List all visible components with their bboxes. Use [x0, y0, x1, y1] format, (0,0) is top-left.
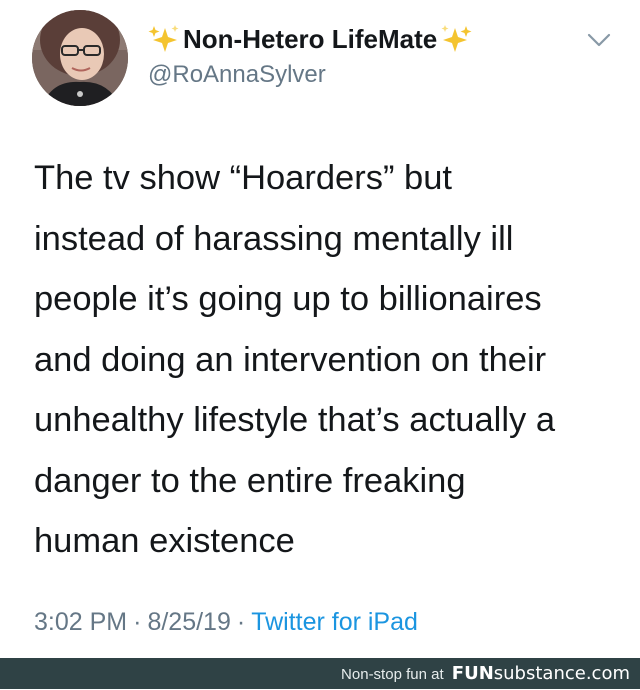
tweet-text-line: danger to the entire freaking — [34, 461, 466, 500]
sparkles-icon — [147, 24, 181, 54]
tweet-text-line: instead of harassing mentally ill — [34, 219, 514, 258]
tweet-card: Non-Hetero LifeMate @RoAnnaSylver The tv… — [0, 0, 640, 658]
watermark-text[interactable]: Non-stop fun at FUNsubstance.com — [341, 658, 630, 689]
tweet-text: The tv show “Hoarders” but instead of ha… — [34, 148, 634, 572]
avatar[interactable] — [32, 10, 128, 106]
display-name-row[interactable]: Non-Hetero LifeMate — [147, 22, 473, 56]
watermark-brand: FUNsubstance.com — [452, 663, 630, 684]
tweet-text-line: and doing an intervention on their — [34, 340, 547, 379]
tweet-text-line: human existence — [34, 522, 295, 560]
tweet-source-link[interactable]: Twitter for iPad — [251, 608, 418, 636]
watermark-tagline: Non-stop fun at — [341, 666, 444, 683]
chevron-down-icon[interactable] — [585, 30, 613, 50]
tweet-metadata: 3:02 PM · 8/25/19 · Twitter for iPad — [34, 608, 418, 637]
separator: · — [236, 608, 246, 636]
tweet-time[interactable]: 3:02 PM — [34, 608, 127, 636]
watermark-brand-rest: substance.com — [493, 663, 630, 684]
watermark-footer: Non-stop fun at FUNsubstance.com — [0, 658, 640, 689]
watermark-brand-bold: FUN — [451, 663, 494, 684]
display-name[interactable]: Non-Hetero LifeMate — [183, 24, 437, 55]
tweet-text-line: unhealthy lifestyle that’s actually a — [34, 401, 556, 439]
tweet-text-line: The tv show “Hoarders” but — [34, 159, 452, 197]
tweet-text-line: people it’s going up to billionaires — [34, 280, 542, 318]
avatar-image — [32, 10, 128, 106]
separator: · — [133, 608, 142, 636]
tweet-date[interactable]: 8/25/19 — [147, 608, 230, 636]
sparkles-icon — [439, 24, 473, 54]
user-handle[interactable]: @RoAnnaSylver — [148, 61, 326, 89]
